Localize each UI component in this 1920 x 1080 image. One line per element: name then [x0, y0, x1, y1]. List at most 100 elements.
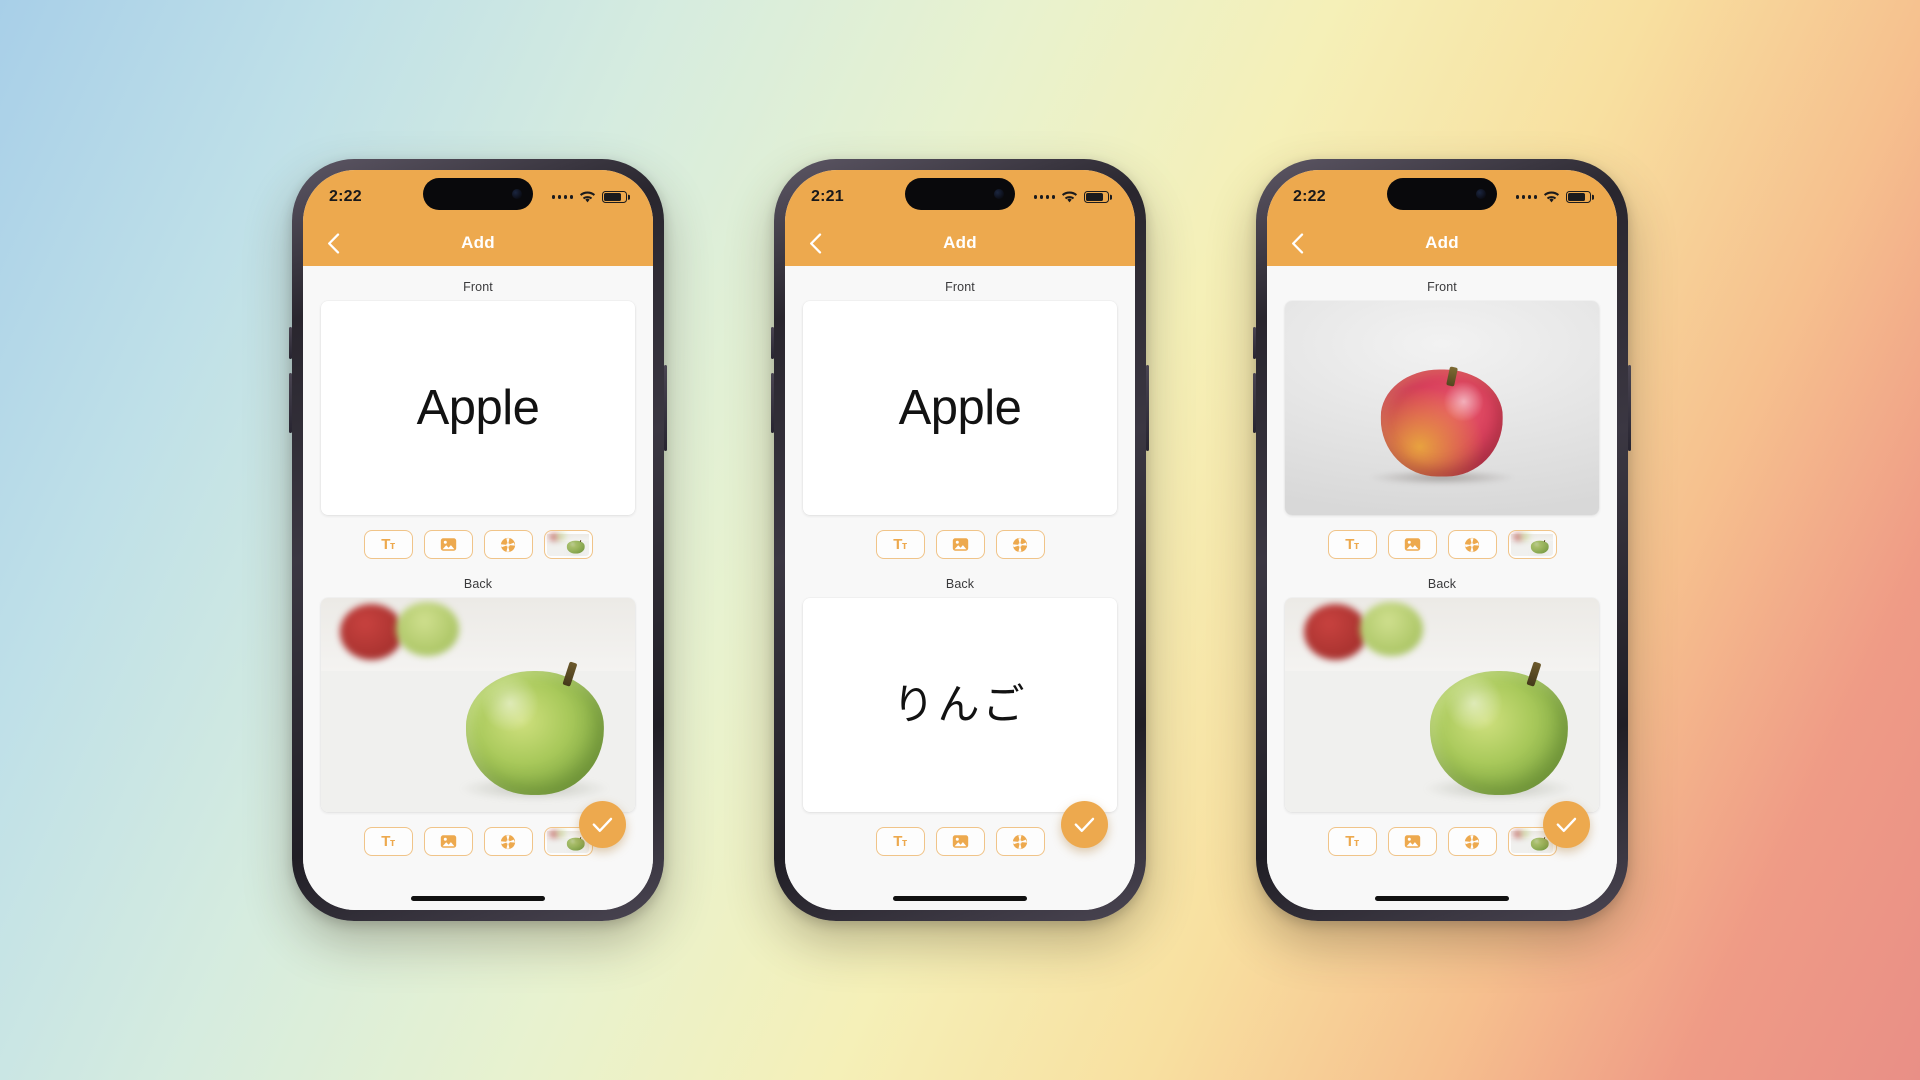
battery-icon [602, 190, 627, 204]
image-thumbnail-icon[interactable] [1507, 530, 1557, 559]
photo-library-icon[interactable] [423, 827, 473, 856]
back-card[interactable]: りんご [803, 598, 1117, 812]
green-apple-thumbnail [1511, 533, 1553, 556]
phone-1: 2:22 Add Front Apple Tт Back Tт [289, 159, 667, 921]
back-card[interactable] [1285, 598, 1599, 812]
photo-library-icon[interactable] [935, 530, 985, 559]
back-button[interactable] [801, 229, 829, 257]
aperture-glyph [1464, 537, 1480, 552]
phone-3-topbar: 2:22 Add [1267, 170, 1617, 266]
chevron-left-icon [327, 232, 339, 254]
dynamic-island [905, 178, 1015, 210]
aperture-glyph [1012, 537, 1028, 552]
front-card[interactable]: Apple [321, 301, 635, 515]
green-apple-photo [1285, 598, 1599, 812]
front-toolbar: Tт [321, 530, 635, 559]
navigation-bar: Add [1267, 220, 1617, 266]
camera-aperture-icon[interactable] [483, 827, 533, 856]
text-format-icon[interactable]: Tт [1327, 827, 1377, 856]
front-toolbar: Tт [1285, 530, 1599, 559]
save-button[interactable] [579, 801, 626, 848]
phone-2-topbar: 2:21 Add [785, 170, 1135, 266]
text-format-icon[interactable]: Tт [363, 530, 413, 559]
text-format-icon[interactable]: Tт [363, 827, 413, 856]
red-apple-photo [1285, 301, 1599, 515]
phone-1-screen: 2:22 Add Front Apple Tт Back Tт [303, 170, 653, 910]
phone-2-screen: 2:21 Add Front Apple Tт Back りんご Tт [785, 170, 1135, 910]
power-button[interactable] [1146, 365, 1149, 451]
front-card[interactable]: Apple [803, 301, 1117, 515]
checkmark-icon [1556, 817, 1577, 832]
aperture-glyph [500, 834, 516, 849]
chevron-left-icon [809, 232, 821, 254]
back-card-text: りんご [892, 681, 1028, 728]
camera-aperture-icon[interactable] [1447, 827, 1497, 856]
front-card[interactable] [1285, 301, 1599, 515]
back-side-label: Back [1427, 577, 1457, 591]
camera-aperture-icon[interactable] [995, 530, 1045, 559]
status-indicators [1033, 190, 1109, 204]
back-button[interactable] [319, 229, 347, 257]
camera-aperture-icon[interactable] [483, 530, 533, 559]
navigation-bar: Add [785, 220, 1135, 266]
front-card-text: Apple [898, 380, 1022, 435]
page-title: Add [943, 233, 977, 252]
wifi-icon [579, 191, 596, 202]
home-indicator[interactable] [411, 896, 545, 901]
image-glyph [952, 835, 968, 848]
image-glyph [440, 538, 456, 551]
power-button[interactable] [1628, 365, 1631, 451]
image-thumbnail-icon[interactable] [543, 530, 593, 559]
page-title: Add [461, 233, 495, 252]
text-format-icon[interactable]: Tт [875, 827, 925, 856]
front-side-label: Front [463, 280, 493, 294]
dynamic-island [1387, 178, 1497, 210]
navigation-bar: Add [303, 220, 653, 266]
status-bar: 2:22 [303, 170, 653, 220]
camera-aperture-icon[interactable] [1447, 530, 1497, 559]
phone-1-topbar: 2:22 Add [303, 170, 653, 266]
photo-library-icon[interactable] [1387, 530, 1437, 559]
camera-aperture-icon[interactable] [995, 827, 1045, 856]
status-clock: 2:22 [329, 188, 362, 205]
back-card[interactable] [321, 598, 635, 812]
status-indicators [551, 190, 627, 204]
wifi-icon [1061, 191, 1078, 202]
front-camera-icon [1476, 189, 1486, 199]
aperture-glyph [500, 537, 516, 552]
back-side-label: Back [945, 577, 975, 591]
status-clock: 2:22 [1293, 188, 1326, 205]
home-indicator[interactable] [893, 896, 1027, 901]
battery-icon [1566, 190, 1591, 204]
image-glyph [952, 538, 968, 551]
signal-dots-icon [1033, 195, 1055, 199]
front-card-text: Apple [416, 380, 540, 435]
status-bar: 2:22 [1267, 170, 1617, 220]
back-button[interactable] [1283, 229, 1311, 257]
status-clock: 2:21 [811, 188, 844, 205]
phone-3-screen: 2:22 Add Front Tт Back Tт [1267, 170, 1617, 910]
checkmark-icon [592, 817, 613, 832]
back-side-label: Back [463, 577, 493, 591]
save-button[interactable] [1061, 801, 1108, 848]
phone-2: 2:21 Add Front Apple Tт Back りんご Tт [771, 159, 1149, 921]
photo-library-icon[interactable] [935, 827, 985, 856]
green-apple-thumbnail [547, 533, 589, 556]
signal-dots-icon [1515, 195, 1537, 199]
green-apple-photo [321, 598, 635, 812]
status-indicators [1515, 190, 1591, 204]
checkmark-icon [1074, 817, 1095, 832]
front-side-label: Front [1427, 280, 1457, 294]
power-button[interactable] [664, 365, 667, 451]
home-indicator[interactable] [1375, 896, 1509, 901]
front-camera-icon [512, 189, 522, 199]
image-glyph [440, 835, 456, 848]
photo-library-icon[interactable] [423, 530, 473, 559]
photo-library-icon[interactable] [1387, 827, 1437, 856]
text-format-icon[interactable]: Tт [875, 530, 925, 559]
aperture-glyph [1012, 834, 1028, 849]
text-format-icon[interactable]: Tт [1327, 530, 1377, 559]
chevron-left-icon [1291, 232, 1303, 254]
page-title: Add [1425, 233, 1459, 252]
save-button[interactable] [1543, 801, 1590, 848]
